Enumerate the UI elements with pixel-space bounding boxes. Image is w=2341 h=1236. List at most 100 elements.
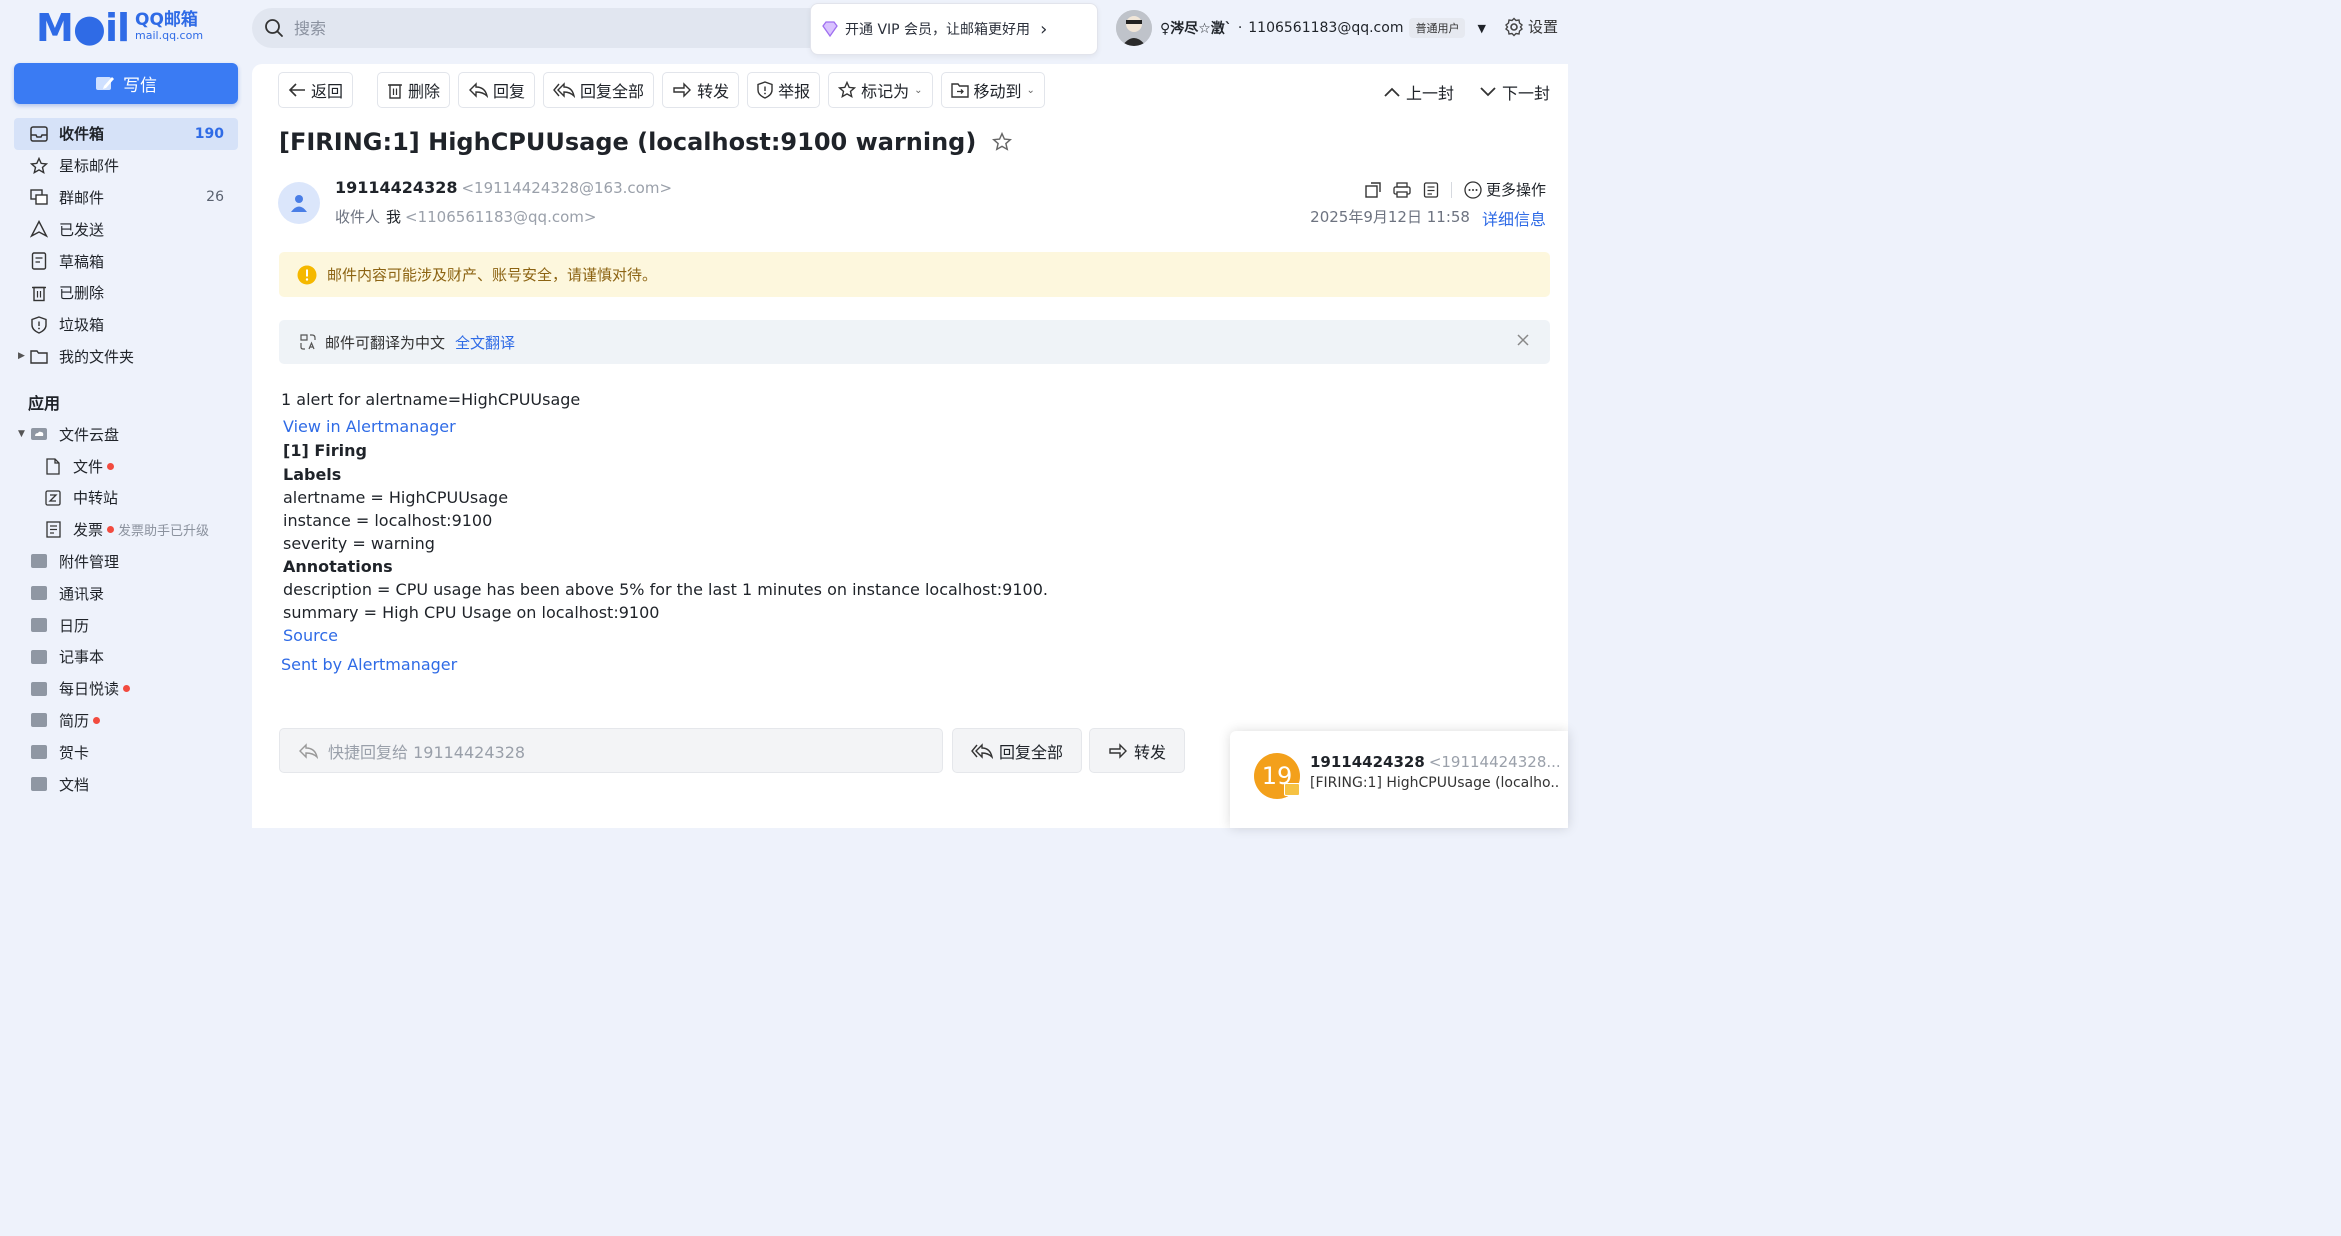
sidebar: 写信 收件箱 190 星标邮件 群邮件 26 已发送 草稿箱 已删除 垃圾箱 ▶… (0, 60, 252, 828)
user-avatar[interactable] (1116, 10, 1152, 46)
report-button[interactable]: 举报 (747, 72, 821, 108)
item-count: 26 (206, 189, 224, 206)
mark-as-dropdown[interactable]: 标记为 ⌄ (828, 72, 933, 108)
recipient-label: 收件人 (335, 208, 381, 226)
quick-forward-label: 转发 (1134, 742, 1167, 762)
qq-mail-logo[interactable]: M●il QQ邮箱 mail.qq.com (36, 8, 203, 48)
label-alertname: alertname = HighCPUUsage (283, 488, 509, 507)
reply-all-icon (553, 82, 576, 98)
search-bar[interactable] (252, 8, 832, 48)
forward-button[interactable]: 转发 (662, 72, 740, 108)
sidebar-item-spam[interactable]: 垃圾箱 (14, 309, 238, 341)
sidebar-item-label: 每日悦读 (59, 680, 120, 699)
settings-button[interactable]: 设置 (1504, 16, 1558, 37)
new-mail-notification[interactable]: 19 19114424328 <19114424328... [FIRING:1]… (1230, 731, 1568, 828)
sidebar-item-inbox[interactable]: 收件箱 190 (14, 118, 238, 150)
reply-button[interactable]: 回复 (458, 72, 536, 108)
security-warning-banner: 邮件内容可能涉及财产、账号安全，请谨慎对待。 (279, 252, 1550, 297)
sender-avatar[interactable] (278, 182, 320, 224)
sidebar-item-resume[interactable]: 简历 (14, 705, 238, 737)
details-link[interactable]: 详细信息 (1482, 206, 1546, 230)
search-input[interactable] (294, 18, 754, 38)
sidebar-item-starred[interactable]: 星标邮件 (14, 150, 238, 182)
reply-all-button[interactable]: 回复全部 (543, 72, 655, 108)
sidebar-item-cloud-drive[interactable]: ▼ 文件云盘 (14, 418, 238, 450)
sidebar-item-invoice[interactable]: 发票 发票助手已升级 (14, 514, 238, 546)
arrow-left-icon (288, 82, 306, 98)
reply-label: 回复 (493, 82, 526, 101)
recipient-line: 收件人我 <1106561183@qq.com> (335, 206, 596, 227)
contacts-icon (30, 584, 48, 602)
mail-reading-pane: 返回 删除 回复 回复全部 转发 举报 标记为 ⌄ 移动到 ⌄ 上一封 下一封 … (252, 64, 1568, 828)
sidebar-item-files[interactable]: 文件 (14, 450, 238, 482)
delete-button[interactable]: 删除 (377, 72, 451, 108)
reply-all-label: 回复全部 (580, 82, 645, 101)
view-in-alertmanager-link[interactable]: View in Alertmanager (283, 415, 1048, 438)
firing-heading: [1] Firing (283, 441, 367, 460)
next-mail-label: 下一封 (1501, 84, 1550, 103)
quick-reply-all-button[interactable]: 回复全部 (952, 728, 1083, 773)
open-new-window-icon[interactable] (1365, 181, 1381, 198)
sent-by-alertmanager-link[interactable]: Sent by Alertmanager (281, 653, 1048, 676)
label-severity: severity = warning (283, 534, 435, 553)
translate-full-link[interactable]: 全文翻译 (455, 332, 515, 353)
compose-button[interactable]: 写信 (14, 63, 238, 104)
back-button[interactable]: 返回 (278, 72, 354, 108)
forward-icon (672, 82, 692, 98)
previous-mail-button[interactable]: 上一封 (1384, 80, 1454, 104)
move-folder-icon (950, 82, 969, 98)
sidebar-item-label: 收件箱 (59, 125, 105, 144)
print-icon[interactable] (1393, 181, 1411, 198)
sidebar-item-group-mail[interactable]: 群邮件 26 (14, 182, 238, 214)
invoice-upgrade-note: 发票助手已升级 (118, 524, 210, 540)
user-email: 1106561183@qq.com (1248, 20, 1404, 36)
view-source-icon[interactable] (1423, 181, 1439, 198)
sidebar-item-documents[interactable]: 文档 (14, 768, 238, 800)
sidebar-item-drafts[interactable]: 草稿箱 (14, 245, 238, 277)
recipient-address: <1106561183@qq.com> (405, 208, 597, 226)
sidebar-item-contacts[interactable]: 通讯录 (14, 577, 238, 609)
move-to-dropdown[interactable]: 移动到 ⌄ (940, 72, 1045, 108)
logo-name: QQ邮箱 (135, 10, 198, 30)
reply-all-icon (971, 742, 993, 759)
sidebar-item-label: 文件云盘 (59, 425, 120, 444)
sidebar-item-notepad[interactable]: 记事本 (14, 641, 238, 673)
quick-forward-button[interactable]: 转发 (1089, 728, 1186, 773)
sidebar-item-greeting-cards[interactable]: 贺卡 (14, 736, 238, 768)
expand-arrow-icon[interactable]: ▶ (18, 351, 25, 361)
sender-name[interactable]: 19114424328 (335, 178, 457, 197)
source-link[interactable]: Source (283, 624, 1048, 647)
more-actions-button[interactable]: 更多操作 (1464, 179, 1546, 200)
labels-heading: Labels (283, 465, 342, 484)
unread-count: 190 (194, 125, 224, 142)
sidebar-item-my-folders[interactable]: ▶ 我的文件夹 (14, 341, 238, 373)
recipient-name[interactable]: 我 (386, 208, 401, 226)
mark-as-label: 标记为 (861, 82, 910, 101)
user-menu-chevron-down-icon[interactable]: ▼ (1477, 22, 1485, 35)
quick-reply-field[interactable]: 快捷回复给 19114424328 (279, 728, 943, 773)
sidebar-item-attachments[interactable]: 附件管理 (14, 546, 238, 578)
chevron-down-icon (1480, 87, 1496, 97)
next-mail-button[interactable]: 下一封 (1480, 80, 1550, 104)
close-icon[interactable] (1516, 333, 1530, 347)
vip-diamond-icon (821, 21, 839, 37)
user-info[interactable]: ♀涔尽☆澂` · 1106561183@qq.com 普通用户 ▼ (1160, 18, 1486, 38)
sidebar-item-transfer-station[interactable]: 中转站 (14, 482, 238, 514)
reply-icon (468, 82, 489, 98)
collapse-arrow-icon[interactable]: ▼ (18, 429, 25, 439)
star-toggle-icon[interactable] (992, 132, 1013, 152)
mail-body: 1 alert for alertname=HighCPUUsage View … (281, 388, 1048, 676)
chevron-up-icon (1384, 87, 1400, 97)
sidebar-item-daily-reading[interactable]: 每日悦读 (14, 673, 238, 705)
sidebar-item-deleted[interactable]: 已删除 (14, 277, 238, 309)
vip-chevron-icon: › (1040, 18, 1048, 40)
sidebar-item-label: 星标邮件 (59, 157, 120, 176)
forward-label: 转发 (697, 82, 730, 101)
vip-promo[interactable]: 开通 VIP 会员，让邮箱更好用 › (810, 3, 1098, 55)
move-to-label: 移动到 (973, 82, 1022, 101)
alert-summary-line: 1 alert for alertname=HighCPUUsage (281, 390, 581, 409)
sidebar-item-calendar[interactable]: 日历 (14, 609, 238, 641)
sidebar-item-sent[interactable]: 已发送 (14, 213, 238, 245)
top-bar: M●il QQ邮箱 mail.qq.com 开通 VIP 会员，让邮箱更好用 ›… (0, 0, 1568, 60)
sidebar-item-label: 草稿箱 (59, 252, 105, 271)
